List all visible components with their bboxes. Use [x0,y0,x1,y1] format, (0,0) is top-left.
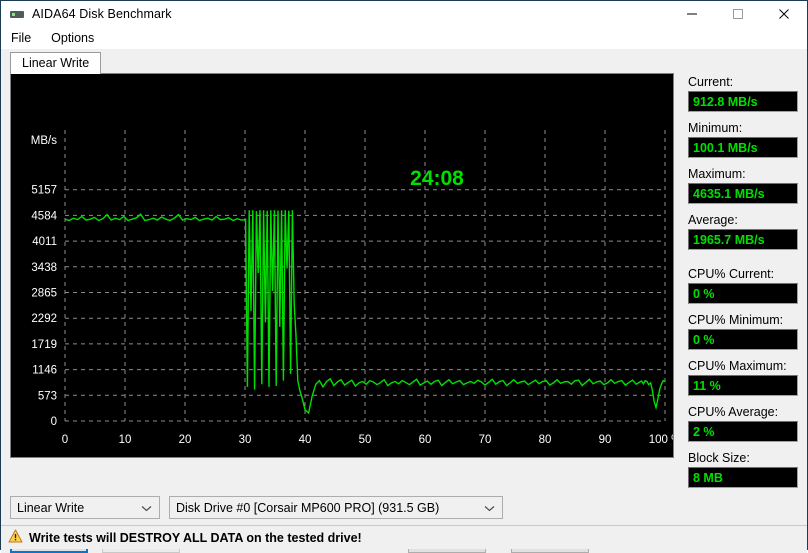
window-title: AIDA64 Disk Benchmark [32,7,172,21]
svg-text:1146: 1146 [32,365,57,377]
chevron-down-icon [141,501,152,515]
stats-divider [688,250,798,258]
svg-text:4011: 4011 [32,236,57,248]
svg-text:60: 60 [419,434,432,446]
svg-text:1719: 1719 [31,339,57,351]
maximize-icon[interactable] [715,1,761,27]
chevron-down-icon [484,501,495,515]
minimize-icon[interactable] [669,1,715,27]
svg-text:30: 30 [239,434,252,446]
stat-value-cpu-minimum: 0 % [688,329,798,350]
svg-text:2865: 2865 [31,288,57,300]
warning-triangle-icon [8,529,23,546]
svg-text:2292: 2292 [31,313,57,325]
stat-label-average: Average: [688,213,738,227]
drive-select[interactable]: Disk Drive #0 [Corsair MP600 PRO] (931.5… [169,496,503,519]
close-icon[interactable] [761,1,807,27]
menu-bar: File Options [1,27,807,49]
stat-value-minimum: 100.1 MB/s [688,137,798,158]
selector-row: Linear Write Disk Drive #0 [Corsair MP60… [10,496,798,519]
stat-label-cpu-current: CPU% Current: [688,267,775,281]
title-bar: AIDA64 Disk Benchmark [1,1,807,27]
tab-strip: Linear Write [1,49,807,74]
svg-text:40: 40 [299,434,312,446]
stat-label-cpu-maximum: CPU% Maximum: [688,359,787,373]
drive-select-value: Disk Drive #0 [Corsair MP600 PRO] (931.5… [176,500,440,515]
status-bar: Write tests will DESTROY ALL DATA on the… [1,525,807,549]
svg-text:3438: 3438 [31,262,57,274]
stat-label-minimum: Minimum: [688,121,743,135]
window-controls [669,1,807,27]
client-area: Linear Write 0 573 1146 1719 2292 2865 3438 401… [1,49,807,553]
svg-text:MB/s: MB/s [31,135,57,147]
svg-text:100 %: 100 % [649,434,673,446]
stat-value-cpu-current: 0 % [688,283,798,304]
statistics-panel: Current: 912.8 MB/s Minimum: 100.1 MB/s … [688,73,798,488]
svg-text:0: 0 [51,416,57,428]
status-message: Write tests will DESTROY ALL DATA on the… [29,530,362,545]
menu-item-options[interactable]: Options [49,29,104,47]
svg-text:10: 10 [119,434,132,446]
svg-text:5157: 5157 [31,185,57,197]
menu-item-file[interactable]: File [9,29,41,47]
svg-text:0: 0 [62,434,68,446]
app-window: AIDA64 Disk Benchmark File Options Linea… [0,0,808,553]
tab-linear-write[interactable]: Linear Write [10,52,102,74]
stat-value-cpu-maximum: 11 % [688,375,798,396]
svg-text:50: 50 [359,434,372,446]
svg-text:4584: 4584 [31,210,57,222]
stat-value-maximum: 4635.1 MB/s [688,183,798,204]
chart-canvas: 0 573 1146 1719 2292 2865 3438 4011 4584 5157 MB/s… [31,130,673,446]
benchmark-mode-value: Linear Write [17,500,85,515]
svg-text:80: 80 [539,434,552,446]
stat-value-average: 1965.7 MB/s [688,229,798,250]
stat-value-current: 912.8 MB/s [688,91,798,112]
benchmark-chart: 0 573 1146 1719 2292 2865 3438 4011 4584 5157 MB/s… [10,73,674,458]
stat-label-block-size: Block Size: [688,451,750,465]
svg-text:90: 90 [599,434,612,446]
stat-label-current: Current: [688,75,734,89]
stat-value-block-size: 8 MB [688,467,798,488]
svg-text:20: 20 [179,434,192,446]
svg-text:24:08: 24:08 [410,167,464,190]
benchmark-mode-select[interactable]: Linear Write [10,496,160,519]
svg-text:70: 70 [479,434,492,446]
content-row: 0 573 1146 1719 2292 2865 3438 4011 4584 5157 MB/s… [1,73,807,488]
disk-drive-icon [9,6,25,22]
stat-value-cpu-average: 2 % [688,421,798,442]
stat-label-cpu-average: CPU% Average: [688,405,779,419]
stat-label-cpu-minimum: CPU% Minimum: [688,313,784,327]
stat-label-maximum: Maximum: [688,167,746,181]
svg-text:573: 573 [38,390,57,402]
